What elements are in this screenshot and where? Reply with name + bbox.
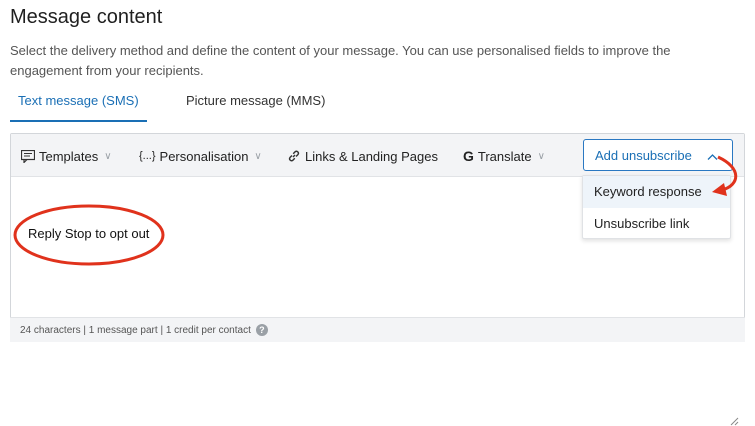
chevron-down-icon: ∨	[537, 150, 545, 162]
delivery-method-tabs: Text message (SMS) Picture message (MMS)	[10, 90, 745, 122]
chevron-up-icon	[707, 149, 718, 164]
tab-sms[interactable]: Text message (SMS)	[10, 90, 147, 122]
google-icon: G	[463, 148, 474, 164]
message-body-text[interactable]: Reply Stop to opt out	[28, 226, 149, 241]
unsubscribe-dropdown-menu: Keyword response Unsubscribe link	[582, 175, 731, 239]
editor-toolbar: Templates ∨ {...} Personalisation ∨ Link…	[11, 134, 744, 177]
links-label: Links & Landing Pages	[305, 148, 438, 164]
translate-label: Translate	[477, 148, 532, 164]
templates-label: Templates	[39, 148, 99, 164]
templates-icon	[21, 149, 35, 163]
tab-mms[interactable]: Picture message (MMS)	[178, 90, 333, 122]
page-description: Select the delivery method and define th…	[10, 43, 671, 78]
templates-button[interactable]: Templates ∨	[21, 146, 112, 166]
menu-item-keyword-response[interactable]: Keyword response	[583, 176, 730, 208]
translate-button[interactable]: G Translate ∨	[463, 146, 545, 166]
personalisation-icon: {...}	[139, 150, 156, 162]
add-unsubscribe-button[interactable]: Add unsubscribe	[583, 139, 733, 171]
add-unsubscribe-label: Add unsubscribe	[595, 147, 692, 163]
resize-handle-icon[interactable]	[729, 416, 739, 426]
page-title: Message content	[10, 6, 163, 28]
message-stats: 24 characters | 1 message part | 1 credi…	[20, 324, 251, 336]
chevron-down-icon: ∨	[254, 150, 262, 162]
menu-item-unsubscribe-link[interactable]: Unsubscribe link	[583, 208, 730, 240]
chevron-down-icon: ∨	[104, 150, 112, 162]
link-icon	[287, 149, 301, 163]
personalisation-label: Personalisation	[159, 148, 249, 164]
links-landing-pages-button[interactable]: Links & Landing Pages	[287, 146, 438, 166]
message-stats-footer: 24 characters | 1 message part | 1 credi…	[10, 317, 745, 342]
help-icon[interactable]: ?	[255, 324, 268, 336]
personalisation-button[interactable]: {...} Personalisation ∨	[139, 146, 262, 166]
